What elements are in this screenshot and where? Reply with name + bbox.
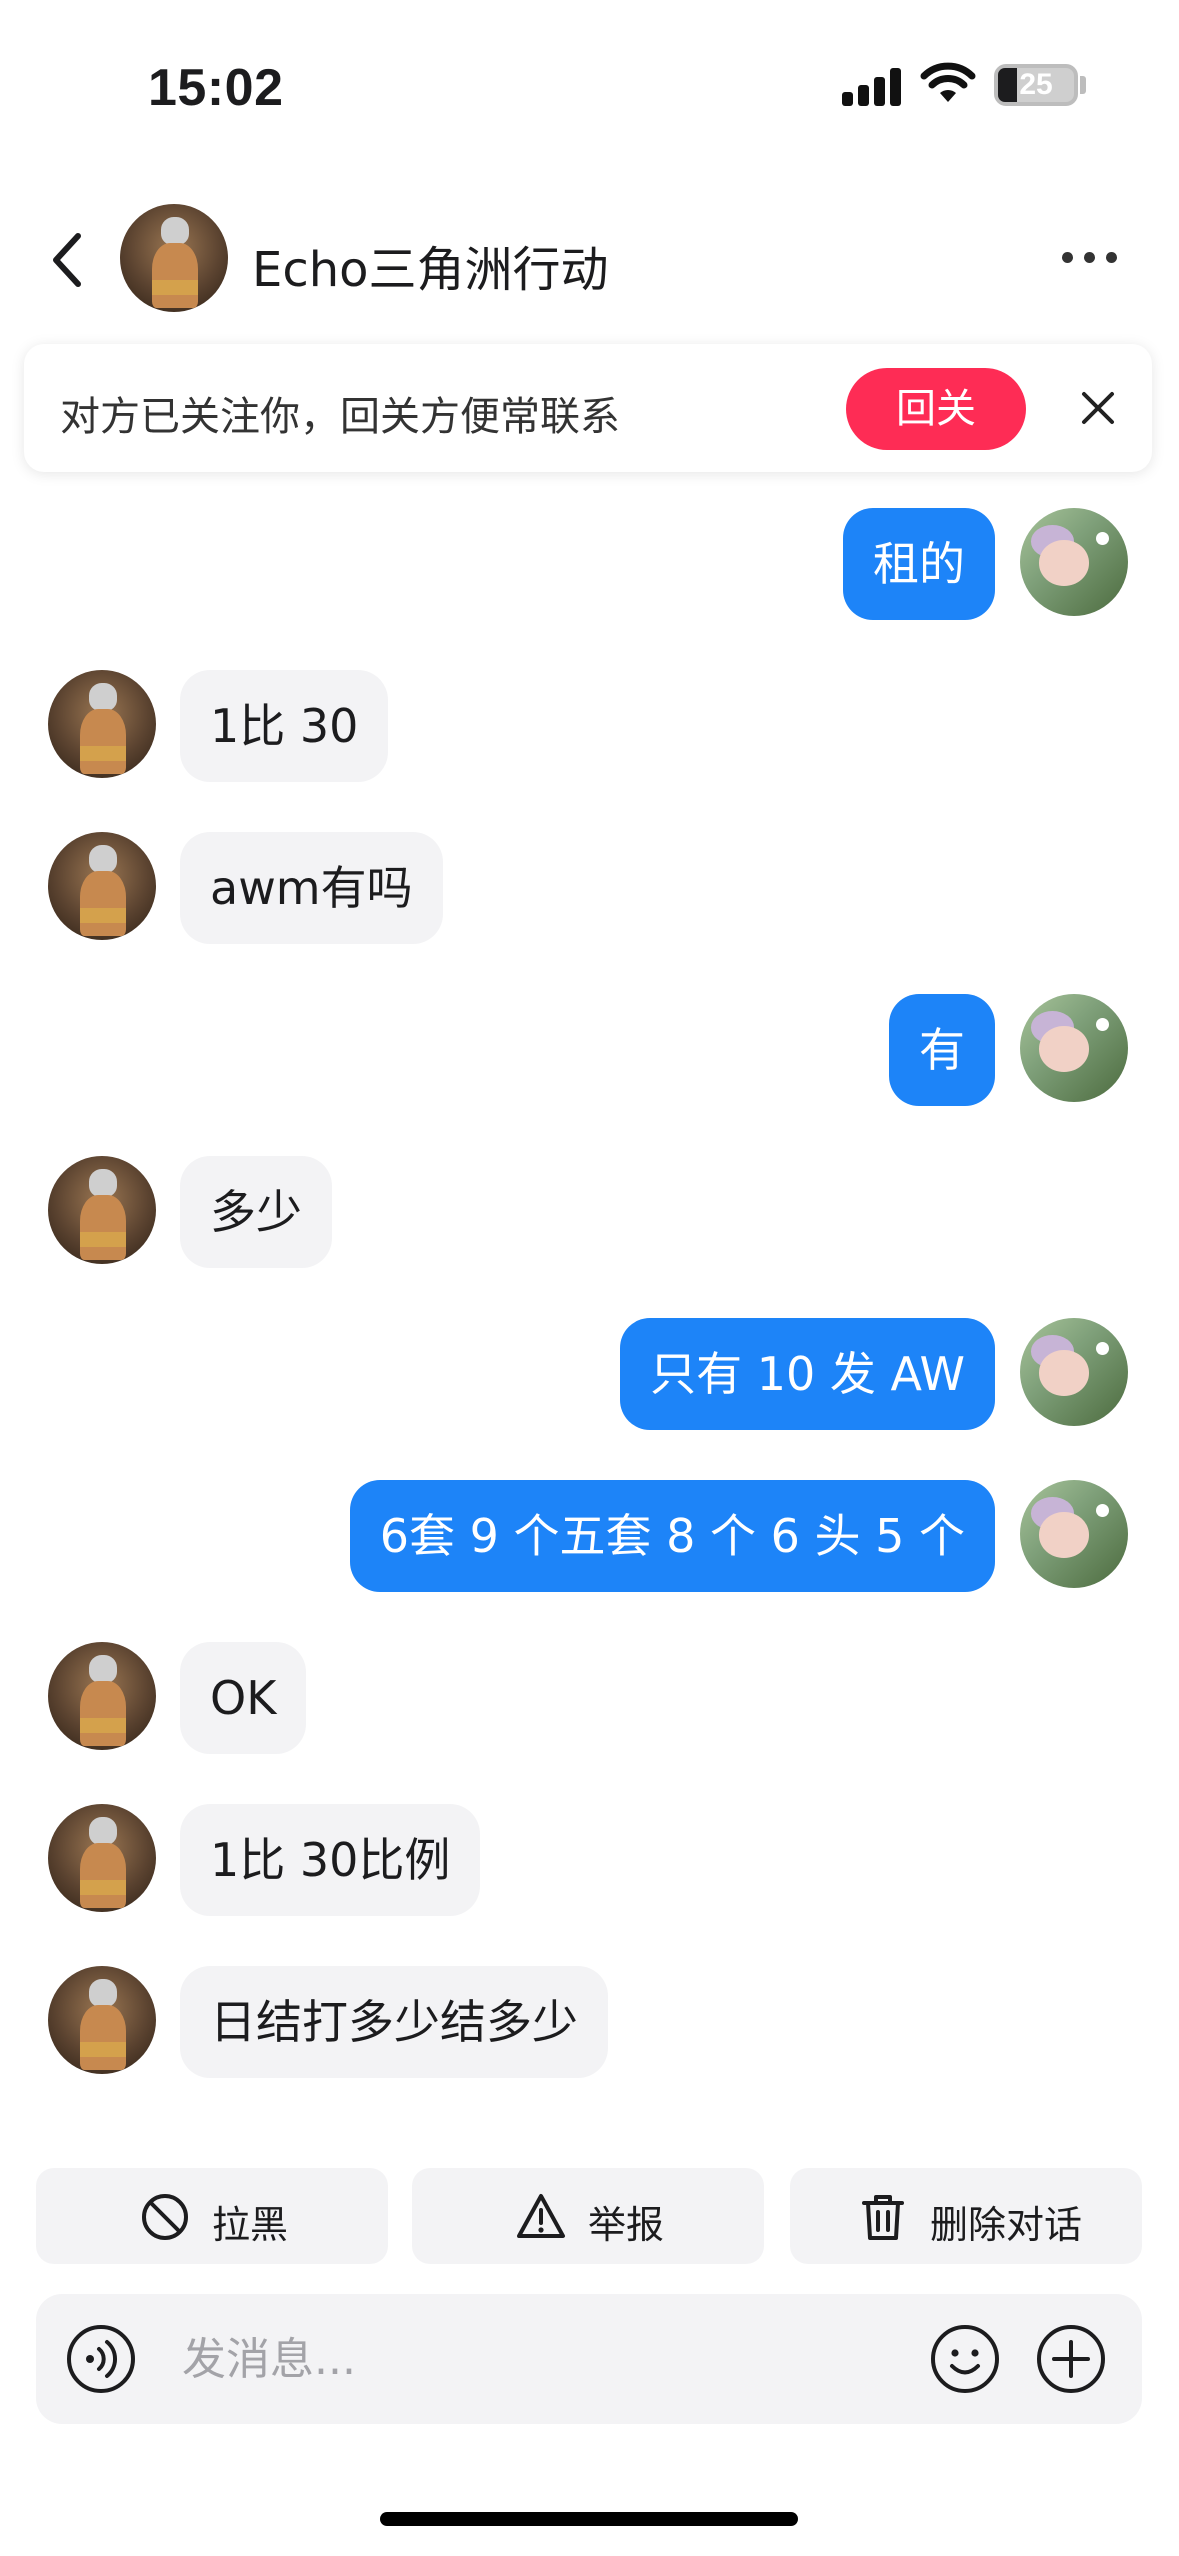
message-row: 1比 30: [0, 670, 1179, 782]
report-button[interactable]: 举报: [412, 2168, 764, 2264]
battery-icon: 25: [994, 64, 1078, 106]
contact-name[interactable]: Echo三角洲行动: [252, 230, 609, 300]
incoming-message-bubble[interactable]: 日结打多少结多少: [180, 1966, 608, 2078]
contact-avatar[interactable]: [48, 670, 156, 778]
cellular-signal-icon: [842, 68, 902, 106]
message-row: 多少: [0, 1156, 1179, 1268]
contact-avatar[interactable]: [48, 1966, 156, 2074]
block-label: 拉黑: [212, 2203, 289, 2247]
message-row: 1比 30比例: [0, 1804, 1179, 1916]
message-row: 租的: [0, 508, 1179, 620]
warning-icon: [517, 2194, 565, 2238]
close-icon[interactable]: [1078, 388, 1118, 428]
incoming-message-bubble[interactable]: 多少: [180, 1156, 332, 1268]
more-options-icon[interactable]: [1062, 242, 1118, 272]
contact-avatar[interactable]: [120, 204, 228, 312]
wifi-icon: [920, 62, 976, 102]
contact-avatar[interactable]: [48, 1156, 156, 1264]
battery-tip: [1080, 76, 1086, 94]
message-input[interactable]: [182, 2322, 942, 2396]
status-bar: 15:02 25: [0, 0, 1179, 150]
home-indicator[interactable]: [380, 2512, 798, 2526]
message-row: 日结打多少结多少: [0, 1966, 1179, 2078]
incoming-message-bubble[interactable]: 1比 30: [180, 670, 389, 782]
my-avatar[interactable]: [1020, 994, 1128, 1102]
message-row: 6套 9 个五套 8 个 6 头 5 个: [0, 1480, 1179, 1592]
plus-icon[interactable]: [1036, 2324, 1106, 2394]
incoming-message-bubble[interactable]: awm有吗: [180, 832, 443, 944]
contact-avatar[interactable]: [48, 1642, 156, 1750]
outgoing-message-bubble[interactable]: 租的: [843, 508, 995, 620]
message-row: 只有 10 发 AW: [0, 1318, 1179, 1430]
outgoing-message-bubble[interactable]: 有: [889, 994, 995, 1106]
message-row: OK: [0, 1642, 1179, 1754]
contact-avatar[interactable]: [48, 832, 156, 940]
follow-back-hint: 对方已关注你，回关方便常联系: [60, 394, 620, 440]
my-avatar[interactable]: [1020, 508, 1128, 616]
incoming-message-bubble[interactable]: 1比 30比例: [180, 1804, 481, 1916]
follow-back-button[interactable]: 回关: [846, 368, 1026, 450]
my-avatar[interactable]: [1020, 1318, 1128, 1426]
follow-back-banner: 对方已关注你，回关方便常联系 回关: [24, 344, 1152, 472]
incoming-message-bubble[interactable]: OK: [180, 1642, 307, 1754]
delete-conversation-button[interactable]: 删除对话: [790, 2168, 1142, 2264]
chat-header: Echo三角洲行动: [0, 190, 1179, 330]
trash-icon: [862, 2195, 904, 2240]
outgoing-message-bubble[interactable]: 只有 10 发 AW: [620, 1318, 995, 1430]
message-composer: [36, 2294, 1142, 2424]
block-button[interactable]: 拉黑: [36, 2168, 388, 2264]
message-row: 有: [0, 994, 1179, 1106]
status-time: 15:02: [148, 59, 284, 117]
emoji-icon[interactable]: [930, 2324, 1000, 2394]
message-row: awm有吗: [0, 832, 1179, 944]
my-avatar[interactable]: [1020, 1480, 1128, 1588]
contact-avatar[interactable]: [48, 1804, 156, 1912]
block-icon: [142, 2194, 188, 2240]
report-label: 举报: [588, 2203, 665, 2247]
battery-percent: 25: [1019, 68, 1053, 101]
outgoing-message-bubble[interactable]: 6套 9 个五套 8 个 6 头 5 个: [349, 1480, 995, 1592]
voice-input-icon[interactable]: [66, 2324, 136, 2394]
delete-conversation-label: 删除对话: [930, 2203, 1083, 2247]
back-chevron-icon[interactable]: [44, 230, 94, 290]
